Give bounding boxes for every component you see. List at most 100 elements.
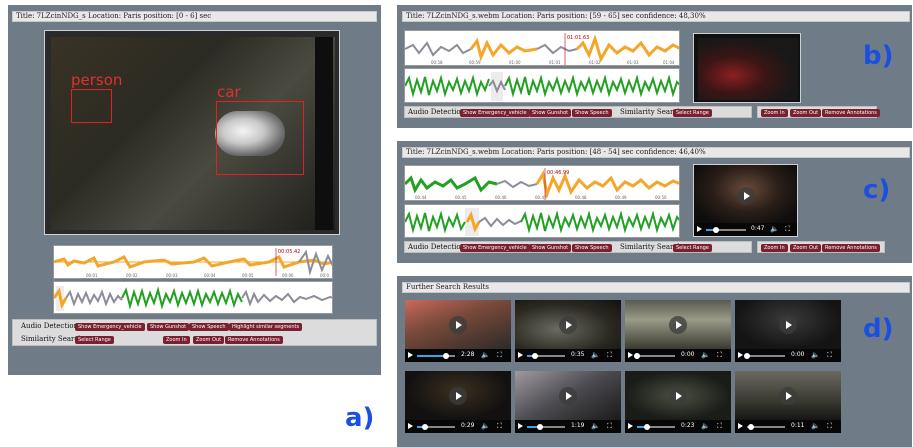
main-video[interactable]: person car (44, 30, 340, 235)
fullscreen-icon[interactable]: ⛶ (827, 422, 832, 431)
progress-knob[interactable] (744, 353, 750, 359)
progress-bar[interactable] (634, 353, 675, 359)
progress-bar[interactable] (417, 424, 455, 430)
zoom-in-button[interactable]: Zoom In (163, 336, 190, 344)
progress-knob[interactable] (643, 424, 650, 430)
remove-annotations-button[interactable]: Remove Annotations (225, 336, 283, 344)
progress-bar[interactable] (527, 424, 565, 430)
result-video-1[interactable]: 2:28 🔈 ⛶ (405, 300, 511, 362)
play-icon[interactable] (738, 423, 743, 429)
panel-c-title: Title: 7LZcinNDG_s.webm Location: Paris … (402, 147, 910, 158)
zoom-out-button[interactable]: Zoom Out (193, 336, 225, 344)
panel-b-speech-button[interactable]: Show Speech (572, 109, 612, 117)
play-icon[interactable] (408, 423, 413, 429)
result-video-6[interactable]: 1:19 🔈 ⛶ (515, 371, 621, 433)
play-icon[interactable] (738, 352, 743, 358)
result-play-overlay-icon[interactable] (669, 316, 687, 334)
progress-bar[interactable] (417, 353, 455, 359)
panel-b-select-range-button[interactable]: Select Range (673, 109, 712, 117)
progress-knob[interactable] (537, 424, 544, 430)
result-video-5[interactable]: 0:29 🔈 ⛶ (405, 371, 511, 433)
progress-bar[interactable] (747, 424, 785, 430)
fullscreen-icon[interactable]: ⛶ (497, 351, 502, 360)
play-icon[interactable] (518, 423, 523, 429)
panel-b-zoom-in-button[interactable]: Zoom In (761, 109, 788, 117)
progress-knob[interactable] (442, 353, 449, 359)
panel-c-speech-button[interactable]: Show Speech (572, 244, 612, 252)
highlight-similar-segments-button[interactable]: Highlight similar segments (229, 323, 303, 331)
play-icon[interactable] (628, 352, 633, 358)
panel-b-emergency-button[interactable]: Show Emergency_vehicle (460, 109, 530, 117)
person-detection-box[interactable] (71, 89, 112, 123)
car-detection-box[interactable] (216, 101, 304, 175)
panel-c-volume-icon[interactable]: 🔈 (770, 225, 779, 233)
panel-c-progress[interactable] (706, 227, 746, 233)
result-play-overlay-icon[interactable] (449, 316, 467, 334)
panel-c-zoom-in-button[interactable]: Zoom In (761, 244, 788, 252)
result-video-3[interactable]: 0:00 🔈 ⛶ (625, 300, 731, 362)
panel-c-video[interactable]: 0:47 🔈 ⛶ (693, 164, 798, 237)
result-video-4[interactable]: 0:00 🔈 ⛶ (735, 300, 841, 362)
play-icon[interactable] (408, 352, 413, 358)
show-speech-button[interactable]: Show Speech (189, 323, 229, 331)
show-gunshot-button[interactable]: Show Gunshot (147, 323, 190, 331)
panel-c-remove-button[interactable]: Remove Annotations (822, 244, 880, 252)
waveform-b-overview[interactable]: 01:01.63 00:58 00:59 01:00 01:01 01:02 0… (404, 30, 680, 66)
fullscreen-icon[interactable]: ⛶ (607, 422, 612, 431)
volume-icon[interactable]: 🔈 (591, 422, 600, 430)
play-icon[interactable] (628, 423, 633, 429)
select-range-button[interactable]: Select Range (75, 336, 114, 344)
result-video-2[interactable]: 0:35 🔈 ⛶ (515, 300, 621, 362)
result-play-overlay-icon[interactable] (449, 387, 467, 405)
progress-bar[interactable] (637, 424, 675, 430)
waveform-overview[interactable]: 00:05.42 00:01 00:02 00:03 00:04 00:05 0… (53, 245, 333, 279)
panel-b-gunshot-button[interactable]: Show Gunshot (529, 109, 572, 117)
panel-c-play-icon[interactable] (697, 226, 702, 232)
result-video-8[interactable]: 0:11 🔈 ⛶ (735, 371, 841, 433)
result-play-overlay-icon[interactable] (779, 316, 797, 334)
progress-knob[interactable] (747, 424, 754, 430)
panel-b-video[interactable] (693, 33, 801, 103)
panel-b-remove-button[interactable]: Remove Annotations (822, 109, 880, 117)
progress-knob[interactable] (531, 353, 538, 359)
result-play-overlay-icon[interactable] (669, 387, 687, 405)
progress-bar[interactable] (744, 353, 785, 359)
volume-icon[interactable]: 🔈 (701, 422, 710, 430)
result-play-overlay-icon[interactable] (559, 316, 577, 334)
result-video-7[interactable]: 0:23 🔈 ⛶ (625, 371, 731, 433)
fullscreen-icon[interactable]: ⛶ (717, 422, 722, 431)
fullscreen-icon[interactable]: ⛶ (607, 351, 612, 360)
progress-knob[interactable] (421, 424, 428, 430)
progress-knob[interactable] (634, 353, 640, 359)
fullscreen-icon[interactable]: ⛶ (827, 351, 832, 360)
panel-c-select-range-button[interactable]: Select Range (673, 244, 712, 252)
panel-c-zoom-toolbar: Zoom In Zoom Out Remove Annotations (757, 241, 885, 253)
panel-c-gunshot-button[interactable]: Show Gunshot (529, 244, 572, 252)
panel-c-zoom-out-button[interactable]: Zoom Out (790, 244, 822, 252)
play-icon[interactable] (518, 352, 523, 358)
volume-icon[interactable]: 🔈 (481, 351, 490, 359)
panel-c-play-overlay-icon[interactable] (737, 187, 755, 205)
panel-c-fullscreen-icon[interactable]: ⛶ (785, 225, 790, 234)
volume-icon[interactable]: 🔈 (811, 351, 820, 359)
result-play-overlay-icon[interactable] (779, 387, 797, 405)
svg-text:00:59: 00:59 (469, 60, 481, 65)
video-time: 0:11 (791, 422, 805, 429)
waveform-c-overview[interactable]: 00:46.99 00:44 00:45 00:46 00:47 00:48 0… (404, 165, 680, 201)
volume-icon[interactable]: 🔈 (591, 351, 600, 359)
waveform-b-detail[interactable] (404, 68, 680, 103)
panel-c-emergency-button[interactable]: Show Emergency_vehicle (460, 244, 530, 252)
panel-b-zoom-out-button[interactable]: Zoom Out (790, 109, 822, 117)
fullscreen-icon[interactable]: ⛶ (497, 422, 502, 431)
result-play-overlay-icon[interactable] (559, 387, 577, 405)
progress-bar[interactable] (527, 353, 565, 359)
panel-c-progress-knob[interactable] (713, 227, 719, 233)
volume-icon[interactable]: 🔈 (701, 351, 710, 359)
fullscreen-icon[interactable]: ⛶ (717, 351, 722, 360)
show-emergency-vehicle-button[interactable]: Show Emergency_vehicle (75, 323, 145, 331)
volume-icon[interactable]: 🔈 (481, 422, 490, 430)
label-c: c) (863, 175, 891, 205)
volume-icon[interactable]: 🔈 (811, 422, 820, 430)
waveform-detail[interactable] (53, 281, 333, 314)
waveform-c-detail[interactable] (404, 204, 680, 238)
